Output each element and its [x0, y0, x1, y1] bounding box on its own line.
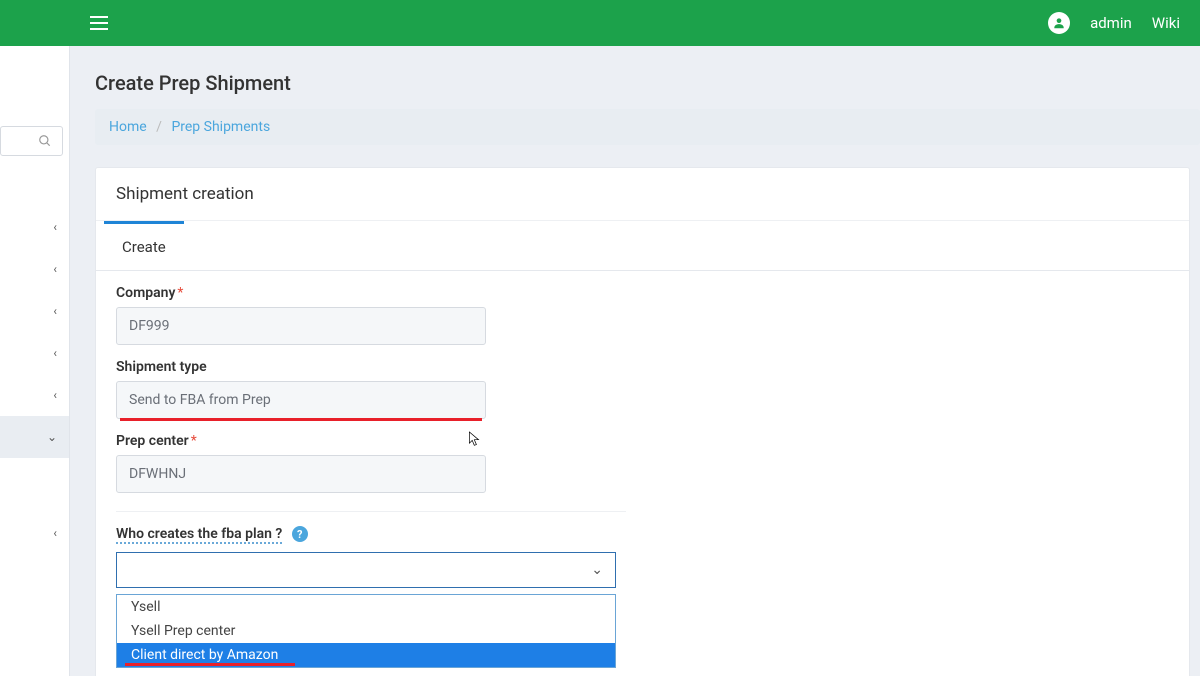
highlight-underline	[120, 418, 482, 421]
chevron-left-icon: ‹	[53, 526, 57, 540]
fba-plan-select[interactable]: ⌄	[116, 552, 616, 588]
user-label[interactable]: admin	[1090, 14, 1132, 32]
company-label: Company*	[116, 285, 576, 301]
topbar: admin Wiki	[0, 0, 1200, 46]
chevron-down-icon: ⌄	[47, 430, 57, 444]
sidebar-item-6-expanded[interactable]: ⌄	[0, 416, 69, 458]
help-icon[interactable]: ?	[292, 526, 308, 542]
shipment-panel: Shipment creation Create Company* DF999	[95, 167, 1190, 676]
wiki-link[interactable]: Wiki	[1152, 14, 1180, 32]
dropdown-option-ysell[interactable]: Ysell	[117, 595, 615, 619]
breadcrumb-separator: /	[156, 119, 162, 135]
hamburger-menu-icon[interactable]	[90, 12, 112, 34]
shipment-type-select[interactable]: Send to FBA from Prep	[116, 381, 486, 419]
main-content: Create Prep Shipment Home / Prep Shipmen…	[70, 46, 1200, 676]
tabs: Create	[96, 221, 1189, 271]
dropdown-option-client-direct[interactable]: Client direct by Amazon	[117, 643, 615, 667]
chevron-left-icon: ‹	[53, 304, 57, 318]
sidebar-item-7[interactable]: ‹	[0, 512, 69, 554]
breadcrumb-home[interactable]: Home	[109, 119, 147, 135]
divider	[116, 511, 626, 512]
shipment-type-label: Shipment type	[116, 359, 576, 375]
tab-create[interactable]: Create	[104, 221, 184, 270]
who-creates-label: Who creates the fba plan ?	[116, 526, 282, 544]
sidebar-item-1[interactable]: ‹	[0, 206, 69, 248]
page-title: Create Prep Shipment	[95, 71, 1200, 95]
company-select[interactable]: DF999	[116, 307, 486, 345]
chevron-left-icon: ‹	[53, 220, 57, 234]
prep-center-select[interactable]: DFWHNJ	[116, 455, 486, 493]
user-avatar-icon[interactable]	[1048, 12, 1070, 34]
prep-center-label: Prep center*	[116, 433, 576, 449]
dropdown-option-ysell-prep[interactable]: Ysell Prep center	[117, 619, 615, 643]
breadcrumb: Home / Prep Shipments	[95, 109, 1200, 145]
chevron-left-icon: ‹	[53, 388, 57, 402]
fba-plan-dropdown-menu: Ysell Ysell Prep center Client direct by…	[116, 594, 616, 668]
panel-title: Shipment creation	[96, 168, 1189, 221]
sidebar-item-4[interactable]: ‹	[0, 332, 69, 374]
chevron-down-icon: ⌄	[591, 562, 603, 578]
highlight-underline	[125, 663, 295, 666]
chevron-left-icon: ‹	[53, 262, 57, 276]
sidebar: ‹ ‹ ‹ ‹ ‹ ⌄ ‹	[0, 46, 70, 676]
sidebar-item-3[interactable]: ‹	[0, 290, 69, 332]
sidebar-item-5[interactable]: ‹	[0, 374, 69, 416]
breadcrumb-current[interactable]: Prep Shipments	[171, 119, 270, 135]
search-icon	[38, 134, 52, 148]
sidebar-item-2[interactable]: ‹	[0, 248, 69, 290]
chevron-left-icon: ‹	[53, 346, 57, 360]
sidebar-search[interactable]	[0, 126, 63, 156]
